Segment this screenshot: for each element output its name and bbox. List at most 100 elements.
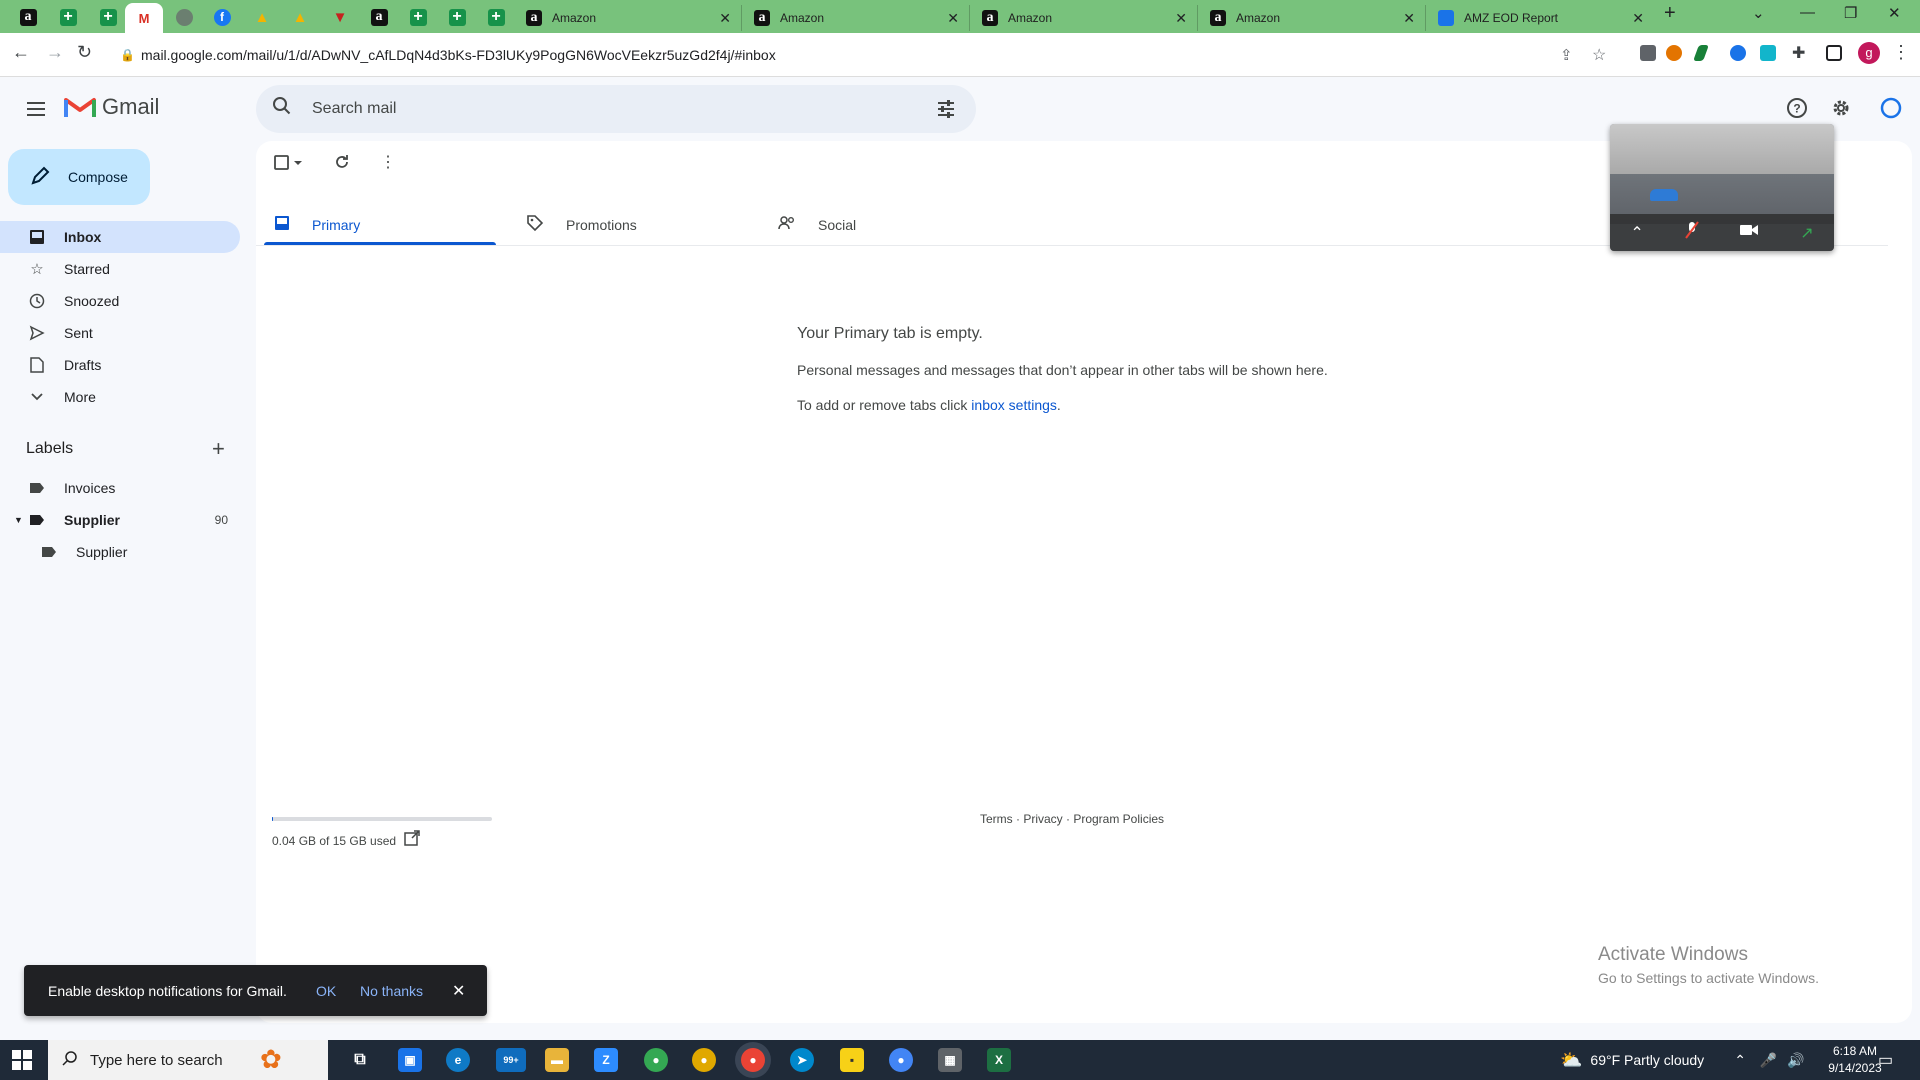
pinned-tab-sheets[interactable]: +	[484, 5, 508, 29]
settings-gear-icon[interactable]	[1830, 97, 1852, 125]
zoom-icon[interactable]: Z	[594, 1048, 618, 1072]
chevron-up-icon[interactable]: ⌃	[1630, 223, 1643, 243]
side-panel-icon[interactable]	[1826, 45, 1842, 61]
extension-icon[interactable]	[1760, 45, 1776, 61]
extension-icon[interactable]	[1640, 45, 1656, 61]
browser-tab[interactable]: a Amazon ✕	[742, 5, 970, 31]
pinned-tab-drive[interactable]: ▲	[250, 5, 274, 29]
main-menu-icon[interactable]	[24, 97, 48, 121]
gmail-logo[interactable]: Gmail	[64, 94, 159, 120]
sidebar-item-starred[interactable]: ☆ Starred	[0, 253, 240, 285]
taskbar-search-box[interactable]: Type here to search ✿	[48, 1040, 328, 1080]
url-text[interactable]: mail.google.com/mail/u/1/d/ADwNV_cAfLDqN…	[141, 47, 776, 63]
close-icon[interactable]: ✕	[947, 10, 959, 27]
label-item-supplier-sub[interactable]: Supplier	[0, 536, 240, 568]
edge-icon[interactable]: e	[446, 1048, 470, 1072]
tab-search-chevron-icon[interactable]: ⌄	[1752, 4, 1765, 22]
profile-avatar[interactable]: g	[1858, 42, 1880, 64]
browser-tab[interactable]: a Amazon ✕	[1198, 5, 1426, 31]
file-explorer-icon[interactable]: ▬	[545, 1048, 569, 1072]
lock-icon[interactable]: 🔒	[120, 48, 135, 62]
windows-start-icon[interactable]	[12, 1050, 32, 1070]
pinned-tab-sheets[interactable]: +	[445, 5, 469, 29]
pinned-tab-app[interactable]: ▼	[328, 5, 352, 29]
add-label-icon[interactable]: +	[212, 436, 225, 462]
kebab-menu-icon[interactable]: ⋮	[1892, 42, 1910, 63]
address-bar[interactable]: 🔒 mail.google.com/mail/u/1/d/ADwNV_cAfLD…	[108, 39, 1608, 71]
notifications-icon[interactable]: ▭	[1878, 1050, 1893, 1070]
star-bookmark-icon[interactable]: ☆	[1592, 45, 1606, 65]
sidebar-item-more[interactable]: More	[0, 381, 240, 413]
sidebar-item-inbox[interactable]: Inbox	[0, 221, 240, 253]
forward-arrow-icon[interactable]: →	[46, 42, 64, 63]
help-icon[interactable]: ?	[1786, 97, 1808, 125]
chrome-icon[interactable]: ●	[644, 1048, 668, 1072]
minimize-button[interactable]: —	[1800, 4, 1815, 21]
google-account-icon[interactable]	[1880, 97, 1902, 125]
pinned-tab-extension[interactable]	[172, 5, 196, 29]
weather-icon[interactable]: ⛅	[1560, 1050, 1582, 1071]
search-options-icon[interactable]	[936, 99, 956, 124]
extension-icon[interactable]	[1666, 45, 1682, 61]
close-icon[interactable]: ✕	[1403, 10, 1415, 27]
chevron-up-icon[interactable]: ⌃	[1734, 1052, 1746, 1069]
close-icon[interactable]: ✕	[452, 981, 465, 1001]
share-icon[interactable]: ⇪	[1560, 46, 1573, 64]
select-all-checkbox[interactable]	[274, 155, 304, 176]
video-pip-window[interactable]: ⌃ ↗	[1610, 124, 1834, 251]
snackbar-no-thanks-button[interactable]: No thanks	[360, 983, 423, 999]
extension-icon[interactable]	[1730, 45, 1746, 61]
new-tab-button[interactable]: +	[1664, 2, 1676, 25]
pinned-tab-amazon[interactable]: a	[367, 5, 391, 29]
close-window-button[interactable]: ✕	[1888, 4, 1901, 22]
inbox-settings-link[interactable]: inbox settings	[971, 397, 1057, 413]
reload-icon[interactable]: ↻	[77, 42, 92, 63]
task-view-icon[interactable]: ⧉	[348, 1048, 372, 1072]
browser-tab[interactable]: AMZ EOD Report ✕	[1426, 5, 1654, 31]
label-item-invoices[interactable]: Invoices	[0, 472, 240, 504]
close-icon[interactable]: ✕	[719, 10, 731, 27]
pinned-tab-gmail[interactable]: M	[125, 3, 163, 33]
telegram-icon[interactable]: ➤	[790, 1048, 814, 1072]
pinned-tab-drive[interactable]: ▲	[288, 5, 312, 29]
browser-tab[interactable]: a Amazon ✕	[970, 5, 1198, 31]
pinned-tab-sheets[interactable]: +	[96, 5, 120, 29]
search-icon[interactable]	[272, 96, 292, 122]
close-icon[interactable]: ✕	[1175, 10, 1187, 27]
pinned-tab-facebook[interactable]: f	[210, 5, 234, 29]
weather-text[interactable]: 69°F Partly cloudy	[1590, 1052, 1704, 1068]
maximize-button[interactable]: ❐	[1844, 4, 1857, 22]
snackbar-ok-button[interactable]: OK	[316, 983, 336, 999]
tab-social[interactable]: Social	[778, 204, 856, 246]
open-external-icon[interactable]	[404, 830, 420, 851]
microphone-icon[interactable]: 🎤	[1760, 1052, 1777, 1069]
browser-tab[interactable]: a Amazon ✕	[514, 5, 742, 31]
pinned-tab-amazon[interactable]: a	[16, 5, 40, 29]
label-item-supplier[interactable]: ▼ Supplier 90	[0, 504, 240, 536]
expand-caret-icon[interactable]: ▼	[14, 515, 23, 525]
close-icon[interactable]: ✕	[1632, 10, 1644, 27]
store-icon[interactable]: ▣	[398, 1048, 422, 1072]
back-arrow-icon[interactable]: ←	[12, 42, 30, 63]
search-input[interactable]	[312, 100, 872, 118]
camera-icon[interactable]	[1739, 223, 1759, 242]
sidebar-item-drafts[interactable]: Drafts	[0, 349, 240, 381]
mail-icon[interactable]: 99+	[496, 1048, 526, 1072]
excel-icon[interactable]: X	[987, 1048, 1011, 1072]
footer-links[interactable]: Terms · Privacy · Program Policies	[980, 812, 1164, 826]
volume-icon[interactable]: 🔊	[1787, 1052, 1804, 1069]
chrome-icon[interactable]: ●	[889, 1048, 913, 1072]
tab-primary[interactable]: Primary	[274, 204, 360, 246]
puzzle-extensions-icon[interactable]: ✚	[1792, 43, 1805, 63]
chrome-icon[interactable]: ●	[741, 1048, 765, 1072]
sticky-notes-icon[interactable]: ▪	[840, 1048, 864, 1072]
sidebar-item-snoozed[interactable]: Snoozed	[0, 285, 240, 317]
tab-promotions[interactable]: Promotions	[526, 204, 637, 246]
more-vert-icon[interactable]: ⋮	[380, 152, 396, 172]
return-to-tab-icon[interactable]: ↗	[1800, 223, 1813, 243]
compose-button[interactable]: Compose	[8, 149, 150, 205]
extension-icon[interactable]	[1693, 45, 1709, 61]
mic-off-icon[interactable]	[1684, 221, 1699, 244]
search-bar[interactable]	[256, 85, 976, 133]
sidebar-item-sent[interactable]: Sent	[0, 317, 240, 349]
